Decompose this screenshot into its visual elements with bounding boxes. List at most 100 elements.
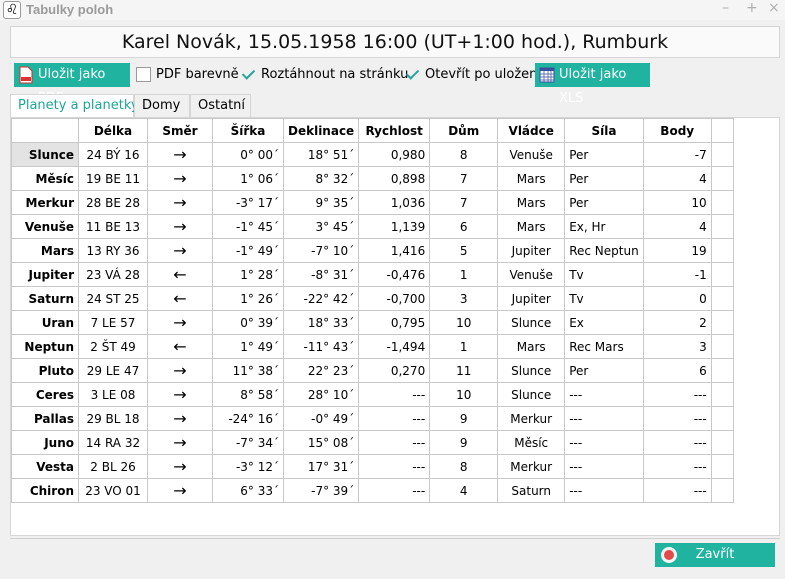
column-header[interactable]	[11, 118, 79, 143]
latitude-cell[interactable]: 1° 28´	[212, 262, 284, 287]
table-row[interactable]: Juno 14 RA 32 → -7° 34´ 15° 08´ --- 9 Měsíc --- -…	[11, 430, 734, 455]
points-cell[interactable]: -1	[642, 262, 712, 287]
house-cell[interactable]: 9	[429, 406, 499, 431]
ruler-cell[interactable]: Venuše	[497, 262, 566, 287]
points-cell[interactable]: ---	[642, 382, 712, 407]
table-row[interactable]: Chiron 23 VO 01 → 6° 33´ -7° 39´ --- 4 Saturn --…	[11, 478, 734, 503]
speed-cell[interactable]: 0,980	[358, 142, 431, 167]
ruler-cell[interactable]: Saturn	[497, 478, 566, 503]
longitude-cell[interactable]: 23 VO 01	[78, 478, 148, 503]
latitude-cell[interactable]: 6° 33´	[212, 478, 284, 503]
points-cell[interactable]: 2	[642, 310, 712, 335]
table-row[interactable]: Saturn 24 ST 25 ← 1° 26´ -22° 42´ -0,700 3 Jupi…	[11, 286, 734, 311]
ruler-cell[interactable]: Mars	[497, 334, 566, 359]
direction-arrow-icon[interactable]: →	[147, 358, 213, 383]
direction-arrow-icon[interactable]: →	[147, 478, 213, 503]
declination-cell[interactable]: 18° 33´	[282, 310, 360, 335]
longitude-cell[interactable]: 29 LE 47	[78, 358, 148, 383]
close-button[interactable]: Zavřít	[655, 543, 775, 567]
column-header[interactable]: Délka	[78, 118, 148, 143]
column-header[interactable]: Směr	[147, 118, 213, 143]
latitude-cell[interactable]: 1° 49´	[212, 334, 284, 359]
open-after-checkbox[interactable]: Otevřít po uložení	[405, 66, 541, 86]
tab-houses[interactable]: Domy	[134, 94, 190, 118]
column-header[interactable]: Rychlost	[358, 118, 431, 143]
latitude-cell[interactable]: 11° 38´	[212, 358, 284, 383]
speed-cell[interactable]: 0,898	[358, 166, 431, 191]
longitude-cell[interactable]: 2 BL 26	[78, 454, 148, 479]
ruler-cell[interactable]: Mars	[497, 214, 566, 239]
ruler-cell[interactable]: Venuše	[497, 142, 566, 167]
points-cell[interactable]: 3	[642, 334, 712, 359]
declination-cell[interactable]: -8° 31´	[282, 262, 360, 287]
declination-cell[interactable]: 28° 10´	[282, 382, 360, 407]
strength-cell[interactable]: Ex	[564, 310, 644, 335]
stretch-checkbox[interactable]: Roztáhnout na stránku	[241, 66, 408, 86]
latitude-cell[interactable]: 0° 39´	[212, 310, 284, 335]
row-name[interactable]: Měsíc	[11, 166, 79, 191]
table-row[interactable]: Merkur 28 BE 28 → -3° 17´ 9° 35´ 1,036 7 Mars Pe…	[11, 190, 734, 215]
direction-arrow-icon[interactable]: →	[147, 382, 213, 407]
declination-cell[interactable]: 15° 08´	[282, 430, 360, 455]
declination-cell[interactable]: -11° 43´	[282, 334, 360, 359]
ruler-cell[interactable]: Slunce	[497, 382, 566, 407]
row-name[interactable]: Uran	[11, 310, 79, 335]
row-name[interactable]: Merkur	[11, 190, 79, 215]
row-name[interactable]: Saturn	[11, 286, 79, 311]
speed-cell[interactable]: -0,700	[358, 286, 431, 311]
strength-cell[interactable]: Per	[564, 358, 644, 383]
latitude-cell[interactable]: -7° 34´	[212, 430, 284, 455]
longitude-cell[interactable]: 28 BE 28	[78, 190, 148, 215]
table-row[interactable]: Neptun 2 ŠT 49 ← 1° 49´ -11° 43´ -1,494 1 Mars R…	[11, 334, 734, 359]
house-cell[interactable]: 10	[429, 382, 499, 407]
ruler-cell[interactable]: Slunce	[497, 358, 566, 383]
strength-cell[interactable]: Rec Mars	[564, 334, 644, 359]
longitude-cell[interactable]: 2 ŠT 49	[78, 334, 148, 359]
declination-cell[interactable]: 9° 35´	[282, 190, 360, 215]
strength-cell[interactable]: Rec Neptun	[564, 238, 644, 263]
speed-cell[interactable]: 1,416	[358, 238, 431, 263]
column-header[interactable]: Síla	[564, 118, 644, 143]
house-cell[interactable]: 7	[429, 190, 499, 215]
declination-cell[interactable]: -7° 39´	[282, 478, 360, 503]
direction-arrow-icon[interactable]: →	[147, 142, 213, 167]
strength-cell[interactable]: Tv	[564, 262, 644, 287]
table-row[interactable]: Venuše 11 BE 13 → -1° 45´ 3° 45´ 1,139 6 Mars Ex…	[11, 214, 734, 239]
row-name[interactable]: Jupiter	[11, 262, 79, 287]
direction-arrow-icon[interactable]: →	[147, 166, 213, 191]
column-header[interactable]: Dům	[429, 118, 499, 143]
row-name[interactable]: Mars	[11, 238, 79, 263]
direction-arrow-icon[interactable]: →	[147, 430, 213, 455]
points-cell[interactable]: ---	[642, 430, 712, 455]
points-cell[interactable]: 19	[642, 238, 712, 263]
direction-arrow-icon[interactable]: →	[147, 454, 213, 479]
strength-cell[interactable]: Ex, Hr	[564, 214, 644, 239]
row-name[interactable]: Ceres	[11, 382, 79, 407]
points-cell[interactable]: 4	[642, 166, 712, 191]
speed-cell[interactable]: ---	[358, 478, 431, 503]
points-cell[interactable]: ---	[642, 406, 712, 431]
declination-cell[interactable]: 8° 32´	[282, 166, 360, 191]
declination-cell[interactable]: -7° 10´	[282, 238, 360, 263]
latitude-cell[interactable]: -3° 12´	[212, 454, 284, 479]
strength-cell[interactable]: ---	[564, 406, 644, 431]
longitude-cell[interactable]: 7 LE 57	[78, 310, 148, 335]
declination-cell[interactable]: 17° 31´	[282, 454, 360, 479]
house-cell[interactable]: 4	[429, 478, 499, 503]
minimize-button[interactable]: –	[722, 0, 729, 16]
house-cell[interactable]: 10	[429, 310, 499, 335]
strength-cell[interactable]: ---	[564, 478, 644, 503]
strength-cell[interactable]: ---	[564, 430, 644, 455]
speed-cell[interactable]: ---	[358, 382, 431, 407]
house-cell[interactable]: 1	[429, 334, 499, 359]
strength-cell[interactable]: Per	[564, 190, 644, 215]
longitude-cell[interactable]: 24 ST 25	[78, 286, 148, 311]
longitude-cell[interactable]: 24 BÝ 16	[78, 142, 148, 167]
table-row[interactable]: Měsíc 19 BE 11 → 1° 06´ 8° 32´ 0,898 7 Mars Per 4	[11, 166, 734, 191]
declination-cell[interactable]: -0° 49´	[282, 406, 360, 431]
speed-cell[interactable]: 0,270	[358, 358, 431, 383]
column-header[interactable]: Šířka	[212, 118, 284, 143]
maximize-button[interactable]: +	[746, 0, 758, 16]
ruler-cell[interactable]: Mars	[497, 190, 566, 215]
longitude-cell[interactable]: 14 RA 32	[78, 430, 148, 455]
